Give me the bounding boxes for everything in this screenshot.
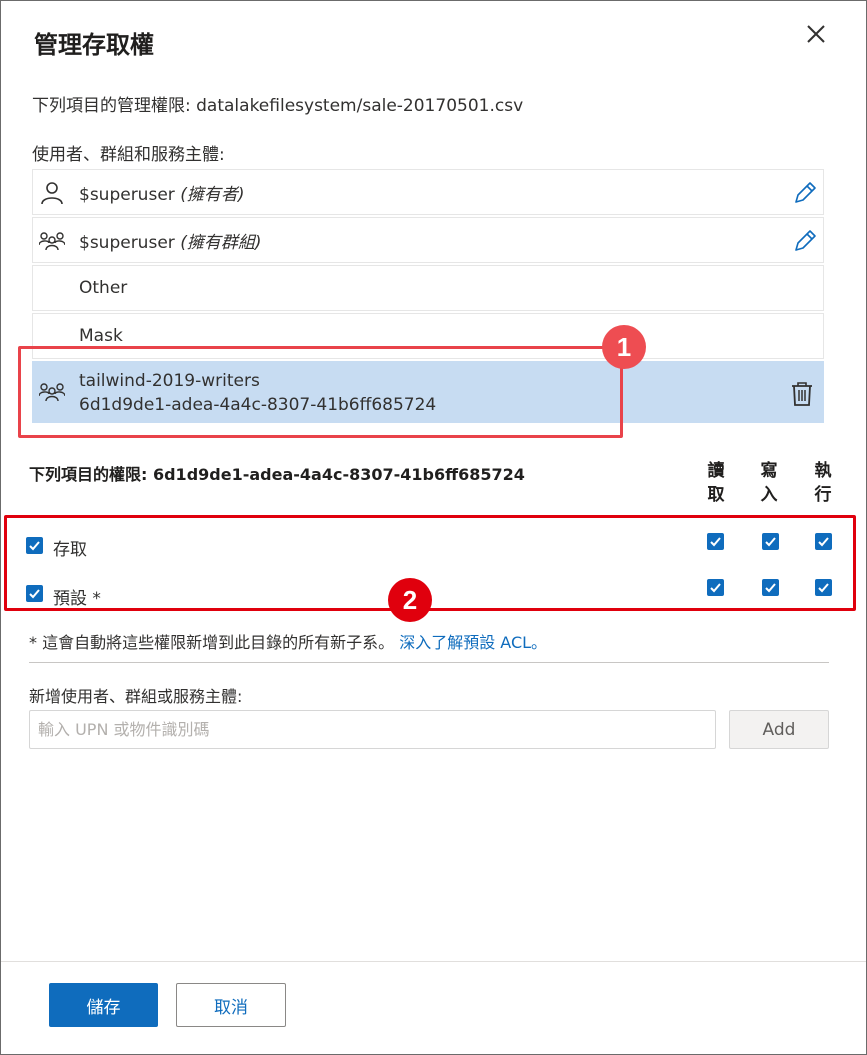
add-button[interactable]: Add (729, 710, 829, 749)
delete-entity-button[interactable] (789, 380, 815, 408)
cancel-button[interactable]: 取消 (176, 983, 286, 1027)
save-button[interactable]: 儲存 (49, 983, 158, 1027)
column-header-execute: 執行 (814, 461, 832, 505)
add-entity-label: 新增使用者、群組或服務主體: (29, 687, 243, 706)
default-acl-note: * 這會自動將這些權限新增到此目錄的所有新子系。 深入了解預設 ACL。 (29, 629, 547, 653)
entity-label: $superuser (擁有者) (79, 184, 245, 205)
dialog-title: 管理存取權 (34, 31, 154, 59)
trash-icon (792, 382, 812, 406)
entity-label: Mask (79, 326, 123, 346)
edit-owner-button[interactable] (791, 179, 819, 207)
footer-divider (1, 961, 866, 962)
user-icon (41, 182, 63, 205)
close-button[interactable] (801, 19, 831, 49)
group-icon (39, 232, 65, 251)
edit-owning-group-button[interactable] (791, 227, 819, 255)
add-entity-input[interactable] (29, 710, 716, 749)
resource-path: 下列項目的管理權限: datalakefilesystem/sale-20170… (32, 96, 524, 116)
pencil-icon (795, 230, 816, 251)
entity-label: Other (79, 278, 128, 298)
entity-row-owning-group[interactable]: $superuser (擁有群組) (32, 217, 824, 263)
pencil-icon (795, 182, 816, 203)
entity-label: $superuser (擁有群組) (79, 232, 262, 253)
permissions-title: 下列項目的權限: 6d1d9de1-adea-4a4c-8307-41b6ff6… (29, 465, 525, 484)
column-header-read: 讀取 (707, 461, 725, 505)
footnote-text: * 這會自動將這些權限新增到此目錄的所有新子系。 (29, 633, 395, 652)
callout-badge-1: 1 (602, 325, 646, 369)
manage-access-dialog: 管理存取權 下列項目的管理權限: datalakefilesystem/sale… (0, 0, 867, 1055)
close-icon (807, 25, 825, 43)
callout-box-1 (18, 346, 623, 438)
callout-badge-2: 2 (388, 578, 432, 622)
column-header-write: 寫入 (760, 461, 778, 505)
learn-more-default-acl-link[interactable]: 深入了解預設 ACL。 (399, 633, 547, 652)
entity-row-other[interactable]: Other (32, 265, 824, 311)
entity-row-owner[interactable]: $superuser (擁有者) (32, 169, 824, 215)
entity-list-label: 使用者、群組和服務主體: (32, 145, 225, 165)
section-divider (29, 662, 829, 663)
